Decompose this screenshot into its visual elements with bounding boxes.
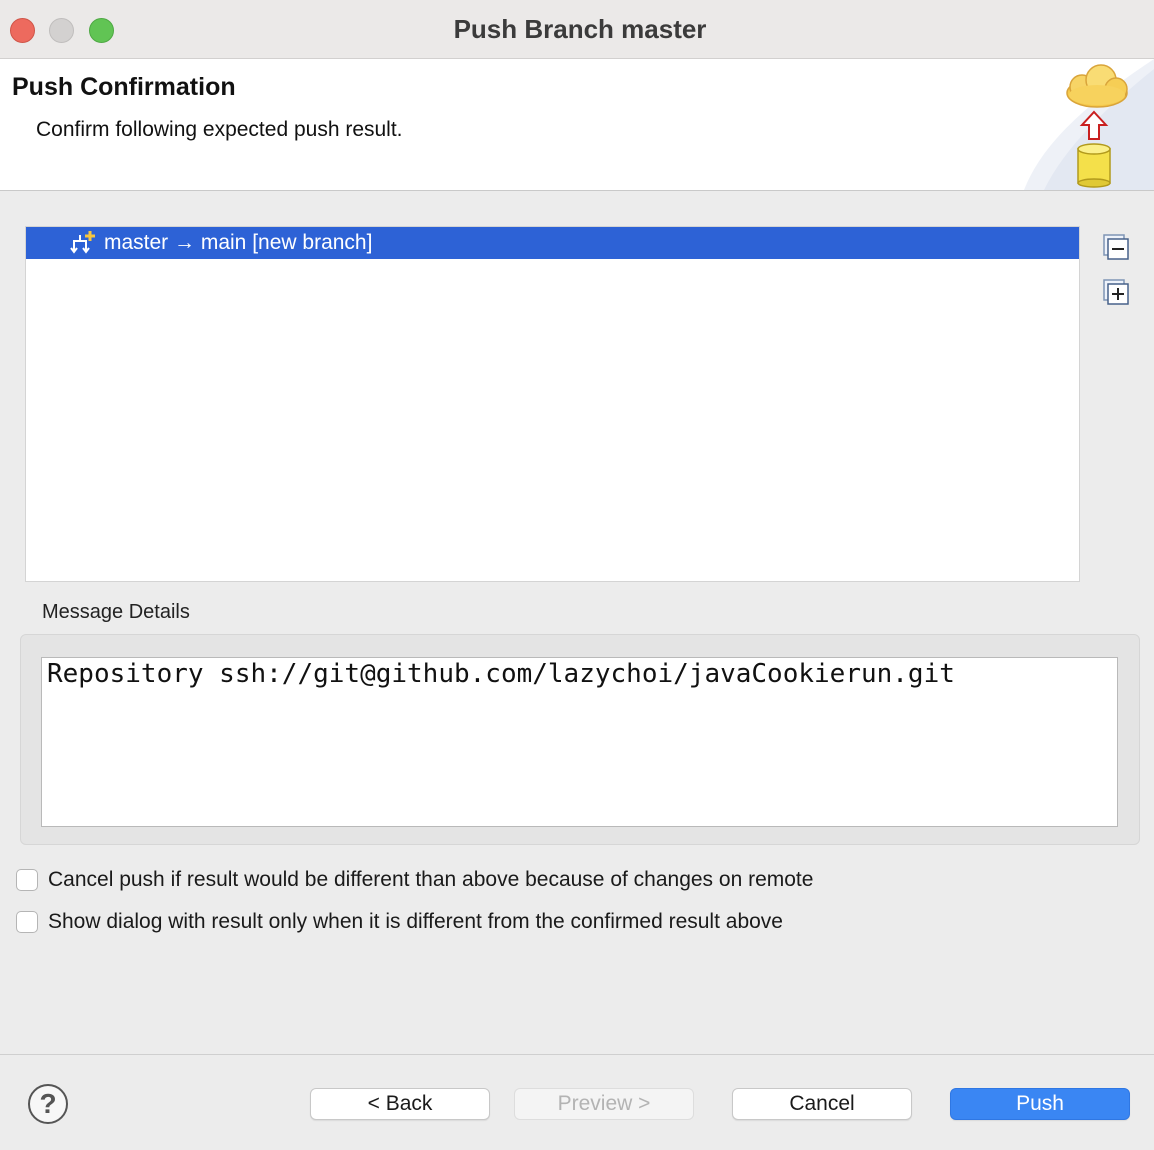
back-button[interactable]: < Back — [310, 1088, 490, 1120]
title-bar: Push Branch master — [0, 0, 1154, 59]
footer-separator — [0, 1054, 1154, 1055]
push-result-tree[interactable]: master → main [new branch] — [25, 226, 1080, 582]
tree-item-label: master → main [new branch] — [104, 231, 373, 254]
push-button[interactable]: Push — [950, 1088, 1130, 1120]
preview-button[interactable]: Preview > — [514, 1088, 694, 1120]
page-title: Push Confirmation — [12, 73, 236, 101]
cancel-push-option[interactable]: Cancel push if result would be different… — [16, 868, 936, 894]
message-details-text[interactable]: Repository ssh://git@github.com/lazychoi… — [41, 657, 1118, 827]
page-description: Confirm following expected push result. — [36, 118, 403, 141]
new-branch-icon — [70, 231, 95, 254]
cancel-push-checkbox[interactable] — [16, 869, 38, 891]
expand-all-icon[interactable] — [1103, 279, 1129, 305]
cancel-push-label[interactable]: Cancel push if result would be different… — [48, 868, 813, 892]
window-title: Push Branch master — [453, 14, 707, 44]
help-icon[interactable]: ? — [28, 1084, 68, 1124]
show-dialog-option[interactable]: Show dialog with result only when it is … — [16, 910, 916, 936]
message-details-label: Message Details — [42, 601, 190, 623]
tree-item-master-to-main[interactable]: master → main [new branch] — [26, 227, 1079, 259]
push-to-cloud-icon — [1024, 59, 1154, 190]
wizard-header: Push Confirmation Confirm following expe… — [0, 59, 1154, 191]
cancel-button[interactable]: Cancel — [732, 1088, 912, 1120]
collapse-all-icon[interactable] — [1103, 234, 1129, 260]
show-dialog-label[interactable]: Show dialog with result only when it is … — [48, 910, 783, 934]
show-dialog-checkbox[interactable] — [16, 911, 38, 933]
